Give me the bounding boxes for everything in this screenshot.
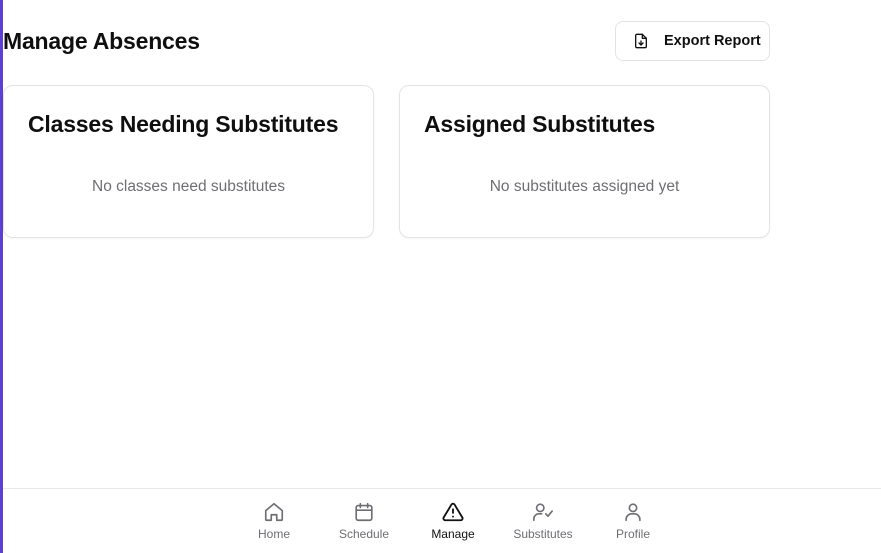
classes-needing-substitutes-card: Classes Needing Substitutes No classes n…	[3, 85, 374, 238]
nav-item-profile[interactable]: Profile	[588, 489, 678, 553]
nav-label-substitutes: Substitutes	[513, 527, 573, 541]
nav-item-schedule[interactable]: Schedule	[319, 489, 409, 553]
export-report-button[interactable]: Export Report	[615, 21, 770, 61]
user-check-icon	[532, 501, 554, 523]
nav-label-schedule: Schedule	[338, 527, 390, 541]
nav-item-substitutes[interactable]: Substitutes	[498, 489, 588, 553]
nav-item-home[interactable]: Home	[229, 489, 319, 553]
assigned-substitutes-card: Assigned Substitutes No substitutes assi…	[399, 85, 770, 238]
file-download-icon	[633, 33, 649, 49]
page-title: Manage Absences	[3, 28, 200, 54]
nav-label-manage: Manage	[431, 527, 475, 541]
calendar-icon	[353, 501, 375, 523]
card-title: Assigned Substitutes	[424, 111, 656, 137]
alert-triangle-icon	[442, 501, 464, 523]
empty-state-text: No classes need substitutes	[92, 178, 285, 195]
user-icon	[622, 501, 644, 523]
export-report-label: Export Report	[664, 33, 761, 49]
card-title: Classes Needing Substitutes	[28, 111, 339, 137]
nav-label-profile: Profile	[615, 527, 650, 541]
app-frame: Manage Absences Export Report Classes Ne…	[0, 0, 881, 553]
bottom-nav: Home Schedule Manage Substitutes Profile	[3, 488, 881, 553]
home-icon	[263, 501, 285, 523]
empty-state-text: No substitutes assigned yet	[489, 178, 680, 195]
nav-label-home: Home	[257, 527, 290, 541]
nav-item-manage[interactable]: Manage	[408, 489, 498, 553]
page-header: Manage Absences Export Report	[3, 21, 770, 61]
